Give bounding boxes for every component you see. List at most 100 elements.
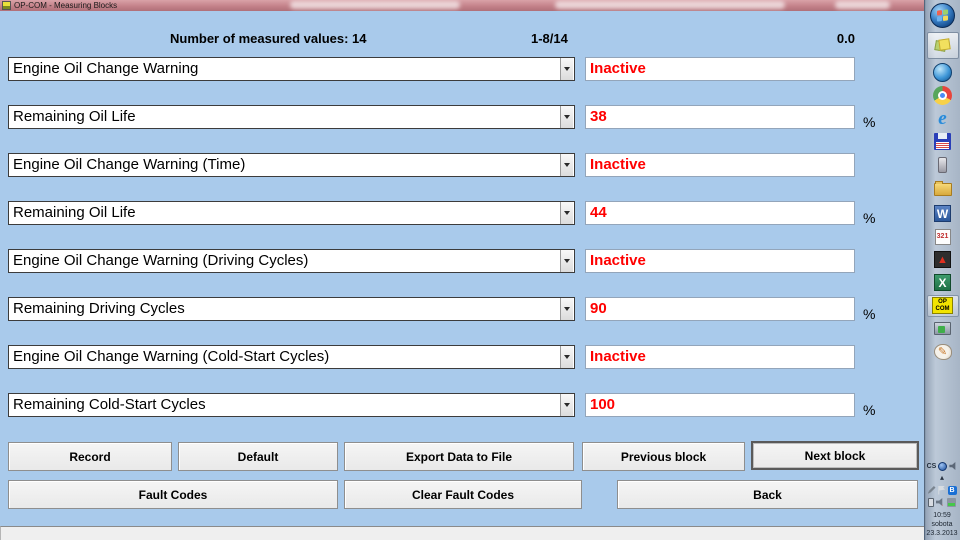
taskbar-item-remote-pc[interactable] [925,317,960,340]
back-button[interactable]: Back [617,480,918,509]
taskbar-item-calculator[interactable]: 321 [925,225,960,248]
clock-time: 10:59 [926,511,957,520]
windows-orb-icon [930,3,955,28]
bluetooth-icon[interactable]: B [948,486,957,495]
warning-app-icon: ▲ [934,251,951,268]
chevron-down-icon [564,259,570,263]
chevron-down-icon [564,115,570,119]
chevron-down-icon [564,67,570,71]
show-hidden-icons-arrow[interactable]: ▴ [940,474,944,482]
previous-block-button[interactable]: Previous block [582,442,745,471]
dropdown-button[interactable] [560,250,573,272]
dropdown-button[interactable] [560,154,573,176]
taskbar-item-phone[interactable] [925,153,960,176]
measured-values-count: Number of measured values: 14 [170,31,367,46]
floppy-save-icon [934,133,951,150]
pen-tray-icon[interactable] [928,486,936,494]
dropdown-button[interactable] [560,394,573,416]
tray-app-icon[interactable] [938,462,947,471]
value-field: Inactive [585,153,855,177]
taskbar-item-save[interactable] [925,130,960,153]
value-field: 38 [585,105,855,129]
channel-select[interactable]: Engine Oil Change Warning (Cold-Start Cy… [8,345,575,369]
muted-volume-icon[interactable] [936,498,945,507]
chrome-icon [933,86,952,105]
sticky-note-icon [935,39,951,53]
action-center-flag-icon[interactable] [938,486,946,495]
clock-weekday: sobota [926,520,957,529]
remote-pc-icon [934,322,951,335]
chevron-down-icon [564,211,570,215]
word-icon: W [934,205,951,222]
network-icon[interactable] [947,498,956,507]
measuring-header: Number of measured values: 14 1-8/14 0.0 [0,31,924,49]
default-button[interactable]: Default [178,442,338,471]
dropdown-button[interactable] [560,58,573,80]
measuring-row: Remaining Oil Life 38 % [8,105,920,129]
dropdown-button[interactable] [560,106,573,128]
start-button[interactable] [925,0,960,30]
channel-select[interactable]: Remaining Oil Life [8,105,575,129]
dropdown-button[interactable] [560,298,573,320]
redacted-text-blur [290,1,460,9]
language-indicator[interactable]: CS [927,463,937,470]
taskbar-item-word[interactable]: W [925,202,960,225]
taskbar-item-internet-explorer[interactable]: e [925,107,960,130]
mobile-phone-icon [938,157,947,173]
dropdown-button[interactable] [560,346,573,368]
windows-flag-icon [937,9,948,21]
value-field: 90 [585,297,855,321]
chevron-down-icon [564,403,570,407]
unit-label: % [863,306,875,322]
measuring-row: Remaining Cold-Start Cycles 100 % [8,393,920,417]
taskbar-item-paint[interactable]: ✎ [925,340,960,363]
export-data-button[interactable]: Export Data to File [344,442,574,471]
chevron-down-icon [564,355,570,359]
value-field: 44 [585,201,855,225]
channel-select[interactable]: Engine Oil Change Warning (Driving Cycle… [8,249,575,273]
clock-date: 23.3.2013 [926,529,957,538]
calculator-321-icon: 321 [935,229,951,245]
taskbar-item-warning-app[interactable]: ▲ [925,248,960,271]
taskbar-item-active-app[interactable] [925,30,960,61]
channel-select[interactable]: Remaining Cold-Start Cycles [8,393,575,417]
taskbar-item-chrome[interactable] [925,84,960,107]
taskbar-item-thunderbird[interactable] [925,61,960,84]
folder-icon [934,183,952,196]
volume-icon[interactable] [949,462,957,470]
channel-select[interactable]: Engine Oil Change Warning (Time) [8,153,575,177]
taskbar: e W 321 ▲ X OP COM ✎ CS ▴ B [924,0,960,540]
opcom-taskbar-highlight: OP COM [927,295,959,317]
window-title: OP-COM - Measuring Blocks [14,0,117,11]
unit-label: % [863,402,875,418]
clear-fault-codes-button[interactable]: Clear Fault Codes [344,480,582,509]
redacted-text-blur [555,1,785,9]
dropdown-button[interactable] [560,202,573,224]
opcom-measuring-blocks-panel: Number of measured values: 14 1-8/14 0.0… [0,11,924,526]
opcom-window-icon [2,1,11,10]
next-block-button[interactable]: Next block [751,441,919,470]
phone-tray-icon[interactable] [928,498,934,507]
taskbar-clock[interactable]: 10:59 sobota 23.3.2013 [926,511,957,538]
measuring-row: Engine Oil Change Warning Inactive [8,57,920,81]
opcom-app-icon: OP COM [932,297,953,314]
excel-icon: X [934,274,951,291]
measuring-row: Remaining Driving Cycles 90 % [8,297,920,321]
opcom-text-bottom: COM [936,306,950,313]
measuring-row: Engine Oil Change Warning (Time) Inactiv… [8,153,920,177]
screen: { "window": { "title": "OP-COM - Measuri… [0,0,960,540]
channel-select[interactable]: Remaining Oil Life [8,201,575,225]
thunderbird-icon [933,63,952,82]
fault-codes-button[interactable]: Fault Codes [8,480,338,509]
block-page-indicator: 1-8/14 [531,31,568,46]
taskbar-item-opcom[interactable]: OP COM [925,294,960,317]
value-field: Inactive [585,345,855,369]
record-button[interactable]: Record [8,442,172,471]
window-titlebar[interactable]: OP-COM - Measuring Blocks [0,0,924,11]
measuring-row: Engine Oil Change Warning (Driving Cycle… [8,249,920,273]
taskbar-item-excel[interactable]: X [925,271,960,294]
channel-select[interactable]: Engine Oil Change Warning [8,57,575,81]
channel-select[interactable]: Remaining Driving Cycles [8,297,575,321]
chevron-down-icon [564,307,570,311]
taskbar-item-folder[interactable] [925,176,960,202]
